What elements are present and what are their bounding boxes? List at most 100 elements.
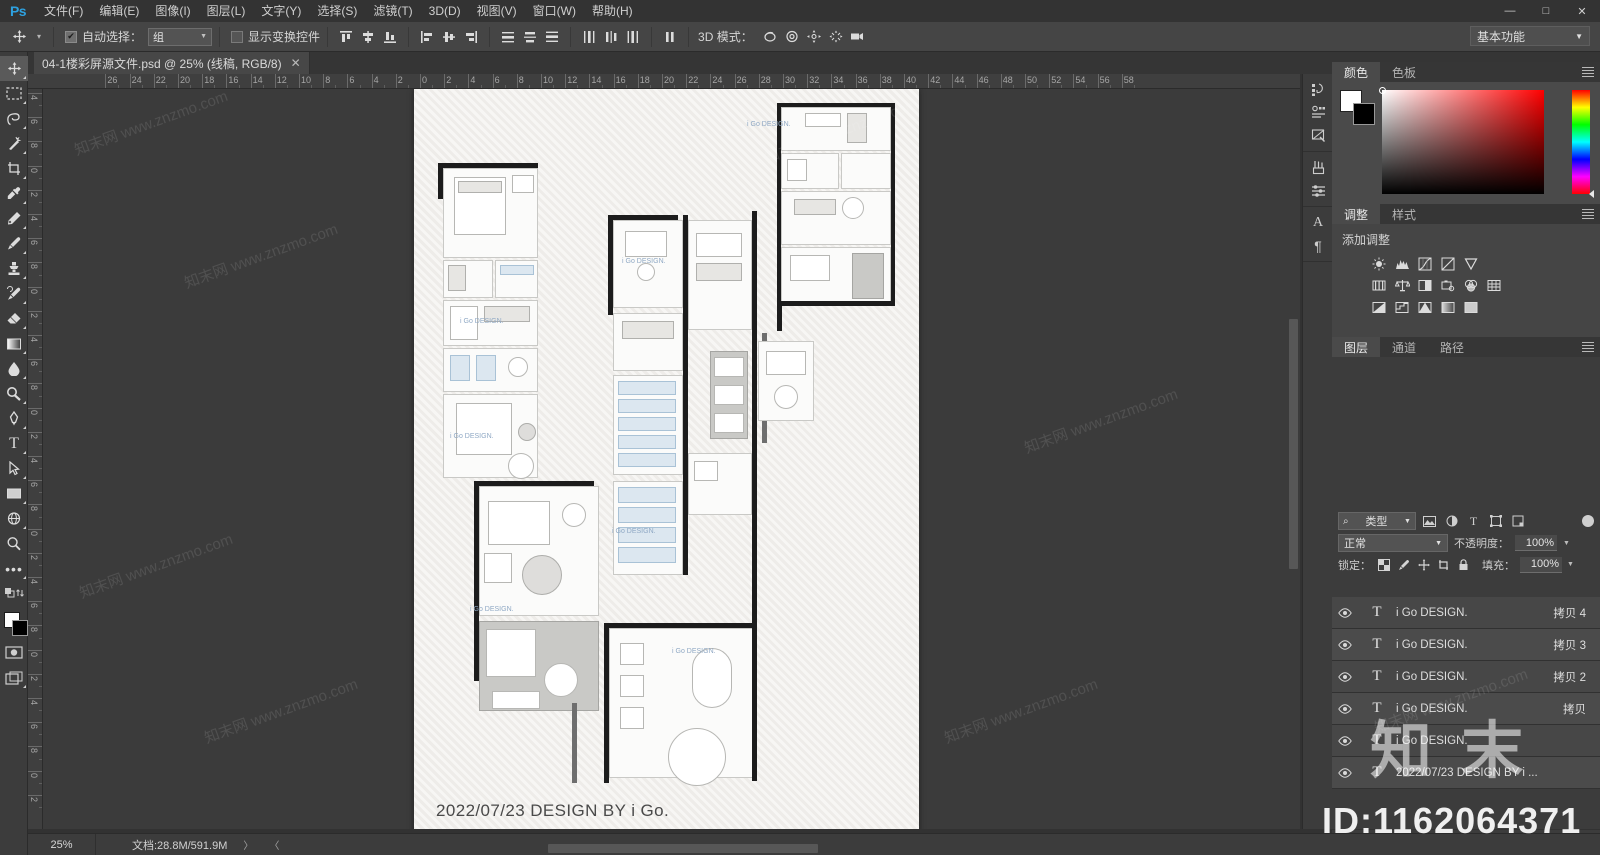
align-bottom-edges-icon[interactable]: [379, 26, 401, 48]
menu-filter[interactable]: 滤镜(T): [365, 0, 420, 22]
menu-image[interactable]: 图像(I): [147, 0, 198, 22]
minimize-button[interactable]: —: [1492, 0, 1528, 22]
camera-3d-icon[interactable]: [847, 26, 869, 48]
background-color-swatch[interactable]: [12, 620, 28, 636]
eyedropper-tool[interactable]: [0, 181, 28, 206]
tab-layers[interactable]: 图层: [1332, 337, 1381, 357]
artboard[interactable]: i Go DESIGN. i Go DESIGN. i Go DESIGN. i…: [414, 89, 919, 829]
layer-name[interactable]: i Go DESIGN.: [1396, 671, 1553, 683]
panel-menu-icon[interactable]: [1582, 66, 1594, 78]
lasso-tool[interactable]: [0, 106, 28, 131]
move-tool-icon[interactable]: [6, 25, 32, 49]
blend-mode-dropdown[interactable]: 正常 ▼: [1338, 534, 1448, 552]
chevron-down-icon[interactable]: ▼: [1563, 540, 1570, 547]
slide-3d-icon[interactable]: [825, 26, 847, 48]
layer-name[interactable]: i Go DESIGN.: [1396, 735, 1586, 747]
history-brush-tool[interactable]: [0, 281, 28, 306]
layer-name[interactable]: 2022/07/23 DESIGN BY i ...: [1396, 767, 1586, 779]
history-icon[interactable]: [1303, 78, 1333, 101]
spot-healing-brush-tool[interactable]: [0, 206, 28, 231]
lock-image-icon[interactable]: [1396, 557, 1411, 573]
menu-help[interactable]: 帮助(H): [584, 0, 641, 22]
photo-filter-icon[interactable]: [1439, 277, 1457, 294]
align-left-edges-icon[interactable]: [416, 26, 438, 48]
align-horizontal-centers-icon[interactable]: [438, 26, 460, 48]
close-button[interactable]: ✕: [1564, 0, 1600, 22]
menu-type[interactable]: 文字(Y): [253, 0, 309, 22]
panel-menu-icon[interactable]: [1582, 341, 1594, 353]
eye-icon[interactable]: [1332, 693, 1358, 725]
filter-enable-toggle[interactable]: [1582, 515, 1594, 527]
show-transform-group[interactable]: ✔ 显示变换控件: [231, 28, 320, 45]
brightness-contrast-icon[interactable]: [1370, 255, 1388, 272]
menu-3d[interactable]: 3D(D): [421, 0, 469, 22]
brush-tool[interactable]: [0, 231, 28, 256]
align-right-edges-icon[interactable]: [460, 26, 482, 48]
fill-input[interactable]: 100%: [1520, 556, 1562, 573]
dodge-tool[interactable]: [0, 381, 28, 406]
edit-toolbar-tool[interactable]: •••: [0, 556, 28, 581]
eye-icon[interactable]: [1332, 597, 1358, 629]
paragraph-icon[interactable]: ¶: [1303, 234, 1333, 257]
canvas-horizontal-scrollbar[interactable]: [548, 844, 818, 853]
move-tool[interactable]: [0, 56, 28, 81]
tab-swatches[interactable]: 色板: [1380, 62, 1429, 82]
horizontal-ruler[interactable]: 26 24 22 20 18 16 14 12 10 8 6 4 2 0 2 4 6 8 10 12 14 16 18 20 2…: [28, 74, 1300, 89]
show-transform-checkbox[interactable]: ✔: [231, 30, 244, 43]
rotate-3d-tool[interactable]: [0, 506, 28, 531]
brush-settings-icon[interactable]: [1303, 179, 1333, 202]
brush-presets-icon[interactable]: [1303, 156, 1333, 179]
zoom-level-input[interactable]: 25%: [28, 833, 96, 855]
tab-color[interactable]: 颜色: [1332, 62, 1381, 82]
opacity-input[interactable]: 100%: [1515, 535, 1557, 551]
table-row[interactable]: Ti Go DESIGN.: [1332, 725, 1600, 757]
status-collapse-icon[interactable]: 〈: [253, 837, 279, 852]
actions-icon[interactable]: [1303, 101, 1333, 124]
distribute-left-edges-icon[interactable]: [578, 26, 600, 48]
background-color-swatch[interactable]: [1353, 103, 1375, 125]
auto-select-checkbox[interactable]: ✔: [65, 30, 77, 43]
adjustment-filter-icon[interactable]: [1443, 512, 1460, 530]
layer-name[interactable]: i Go DESIGN.: [1396, 607, 1553, 619]
table-row[interactable]: Ti Go DESIGN. 拷贝 4: [1332, 597, 1600, 629]
smart-object-filter-icon[interactable]: [1509, 512, 1526, 530]
vibrance-icon[interactable]: [1462, 255, 1480, 272]
eraser-tool[interactable]: [0, 306, 28, 331]
tab-paths[interactable]: 路径: [1428, 337, 1477, 357]
character-icon[interactable]: A: [1303, 211, 1333, 234]
color-balance-icon[interactable]: [1393, 277, 1411, 294]
eye-icon[interactable]: [1332, 757, 1358, 789]
layer-comps-icon[interactable]: [1303, 124, 1333, 147]
color-field[interactable]: [1379, 87, 1544, 194]
table-row[interactable]: Ti Go DESIGN. 拷贝 2: [1332, 661, 1600, 693]
gradient-tool[interactable]: [0, 331, 28, 356]
levels-icon[interactable]: [1393, 255, 1411, 272]
lock-all-icon[interactable]: [1456, 557, 1471, 573]
color-lookup-icon[interactable]: [1485, 277, 1503, 294]
distribute-spacing-icon[interactable]: [659, 26, 681, 48]
auto-select-scope-dropdown[interactable]: 组 ▼: [148, 27, 213, 46]
tab-adjustments[interactable]: 调整: [1332, 204, 1381, 224]
menu-window[interactable]: 窗口(W): [525, 0, 584, 22]
lock-position-icon[interactable]: [1416, 557, 1431, 573]
workspace-selector[interactable]: 基本功能 ▼: [1470, 26, 1590, 46]
orbit-3d-icon[interactable]: [759, 26, 781, 48]
black-white-icon[interactable]: [1416, 277, 1434, 294]
hue-slider[interactable]: [1572, 90, 1590, 194]
distribute-horizontal-centers-icon[interactable]: [600, 26, 622, 48]
swap-colors-control[interactable]: [0, 581, 28, 606]
exposure-icon[interactable]: [1439, 255, 1457, 272]
layer-name[interactable]: i Go DESIGN.: [1396, 703, 1563, 715]
magic-wand-tool[interactable]: [0, 131, 28, 156]
gradient-map-icon[interactable]: [1439, 299, 1457, 316]
distribute-vertical-centers-icon[interactable]: [519, 26, 541, 48]
pan-3d-icon[interactable]: [803, 26, 825, 48]
align-top-edges-icon[interactable]: [335, 26, 357, 48]
color-panel-swatches[interactable]: [1340, 90, 1375, 125]
clone-stamp-tool[interactable]: [0, 256, 28, 281]
eye-icon[interactable]: [1332, 661, 1358, 693]
menu-file[interactable]: 文件(F): [36, 0, 91, 22]
foreground-background-color-control[interactable]: [0, 610, 28, 640]
close-icon[interactable]: ✕: [291, 56, 301, 70]
document-tab[interactable]: 04-1楼彩屏源文件.psd @ 25% (线稿, RGB/8) ✕: [34, 52, 310, 74]
